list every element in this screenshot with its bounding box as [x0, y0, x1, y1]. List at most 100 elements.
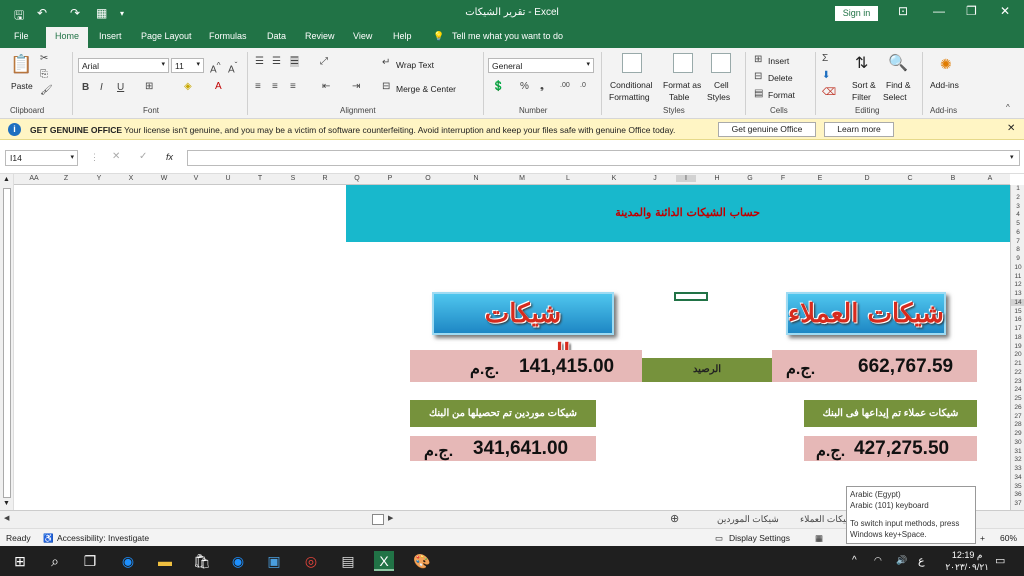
row-header-15[interactable]: 15: [1011, 308, 1024, 315]
minimize-button[interactable]: —: [933, 4, 945, 18]
decrease-decimal-icon[interactable]: .0: [580, 82, 586, 89]
row-header-25[interactable]: 25: [1011, 395, 1024, 402]
row-header-23[interactable]: 23: [1011, 378, 1024, 385]
row-header-2[interactable]: 2: [1011, 194, 1024, 201]
row-header-22[interactable]: 22: [1011, 369, 1024, 376]
cell-styles-label-2[interactable]: Styles: [707, 92, 730, 102]
increase-decimal-icon[interactable]: .00: [560, 82, 570, 89]
clear-icon[interactable]: ⌫: [822, 87, 836, 98]
store-icon[interactable]: 🛍: [192, 551, 212, 571]
sort-filter-icon[interactable]: ⇅: [855, 53, 875, 73]
start-icon[interactable]: ⊞: [10, 551, 30, 571]
notifications-icon[interactable]: ▭: [995, 554, 1005, 567]
format-cells-icon[interactable]: ▤: [754, 88, 763, 99]
paste-icon[interactable]: 📋: [10, 54, 32, 74]
close-button[interactable]: ✕: [1000, 4, 1010, 18]
column-header-x[interactable]: X: [121, 175, 141, 182]
paint-icon[interactable]: 🎨: [412, 551, 432, 571]
new-sheet-icon[interactable]: ⊕: [670, 512, 679, 525]
fill-icon[interactable]: ⬇: [822, 70, 830, 81]
column-header-p[interactable]: P: [380, 175, 400, 182]
italic-icon[interactable]: I: [100, 82, 103, 93]
show-hidden-icons[interactable]: ^: [852, 555, 857, 566]
customers-title[interactable]: شيكات العملاء: [786, 292, 946, 335]
cell-styles-icon[interactable]: [711, 53, 731, 73]
wifi-icon[interactable]: ◠: [874, 555, 882, 566]
collapse-ribbon-icon[interactable]: ^: [1006, 103, 1010, 112]
increase-indent-icon[interactable]: ⇥: [352, 81, 360, 92]
row-header-4[interactable]: 4: [1011, 211, 1024, 218]
column-header-t[interactable]: T: [250, 175, 270, 182]
suppliers-total-cell[interactable]: 141,415.00 ج.م.: [410, 350, 642, 382]
column-header-r[interactable]: R: [315, 175, 335, 182]
column-header-v[interactable]: V: [186, 175, 206, 182]
row-header-18[interactable]: 18: [1011, 334, 1024, 341]
row-header-10[interactable]: 10: [1011, 264, 1024, 271]
grow-font-icon[interactable]: A^: [210, 60, 221, 75]
sort-filter-label-2[interactable]: Filter: [852, 92, 871, 102]
row-header-27[interactable]: 27: [1011, 413, 1024, 420]
delete-cells-icon[interactable]: ⊟: [754, 71, 762, 82]
scroll-left-icon[interactable]: ◀: [4, 514, 9, 522]
format-as-table-label-2[interactable]: Table: [669, 92, 689, 102]
addins-button[interactable]: Add-ins: [930, 80, 959, 90]
maximize-button[interactable]: ❐: [966, 4, 977, 18]
scroll-up-icon[interactable]: ▲: [3, 176, 10, 183]
selected-cell-i14[interactable]: [674, 292, 708, 301]
delete-cells-button[interactable]: Delete: [768, 73, 793, 83]
row-header-13[interactable]: 13: [1011, 290, 1024, 297]
row-header-14[interactable]: 14: [1011, 298, 1024, 306]
row-header-1[interactable]: 1: [1011, 185, 1024, 192]
volume-icon[interactable]: 🔊: [896, 555, 907, 566]
row-header-19[interactable]: 19: [1011, 343, 1024, 350]
tab-help[interactable]: Help: [393, 31, 412, 41]
row-header-37[interactable]: 37: [1011, 500, 1024, 507]
paste-button[interactable]: Paste: [11, 81, 33, 91]
close-message-icon[interactable]: ✕: [1007, 123, 1015, 134]
conditional-formatting-label-1[interactable]: Conditional: [610, 80, 653, 90]
row-header-7[interactable]: 7: [1011, 238, 1024, 245]
font-color-icon[interactable]: A: [215, 81, 222, 92]
column-header-g[interactable]: G: [740, 175, 760, 182]
column-header-h[interactable]: H: [707, 175, 727, 182]
column-header-y[interactable]: Y: [89, 175, 109, 182]
row-header-8[interactable]: 8: [1011, 246, 1024, 253]
expand-formula-icon[interactable]: ▾: [1010, 153, 1014, 161]
column-header-u[interactable]: U: [218, 175, 238, 182]
align-left-icon[interactable]: ≡: [255, 81, 261, 92]
row-header-34[interactable]: 34: [1011, 474, 1024, 481]
get-genuine-office-button[interactable]: Get genuine Office: [718, 122, 816, 137]
orientation-icon[interactable]: ⤢: [320, 56, 328, 67]
tab-file[interactable]: File: [14, 31, 29, 41]
row-header-30[interactable]: 30: [1011, 439, 1024, 446]
balance-label-cell[interactable]: الرصيد: [642, 358, 772, 382]
accounting-format-icon[interactable]: 💲: [492, 81, 504, 92]
column-header-o[interactable]: O: [418, 175, 438, 182]
row-header-20[interactable]: 20: [1011, 351, 1024, 358]
display-settings-button[interactable]: Display Settings: [729, 533, 790, 543]
cancel-icon[interactable]: ✕: [112, 151, 120, 162]
row-header-12[interactable]: 12: [1011, 281, 1024, 288]
row-header-35[interactable]: 35: [1011, 483, 1024, 490]
align-top-icon[interactable]: ☰: [255, 56, 264, 67]
cell-styles-label-1[interactable]: Cell: [714, 80, 729, 90]
file-explorer-icon[interactable]: ▬: [155, 551, 175, 571]
find-select-icon[interactable]: 🔍: [888, 53, 908, 73]
merge-center-button[interactable]: Merge & Center: [396, 84, 456, 94]
find-select-label-1[interactable]: Find &: [886, 80, 911, 90]
column-header-s[interactable]: S: [283, 175, 303, 182]
suppliers-bank-cell[interactable]: 341,641.00 ج.م.: [410, 436, 596, 461]
normal-view-icon[interactable]: ▦: [815, 533, 823, 544]
column-header-a[interactable]: A: [980, 175, 1000, 182]
accessibility-status[interactable]: Accessibility: Investigate: [57, 533, 149, 543]
conditional-formatting-label-2[interactable]: Formatting: [609, 92, 650, 102]
font-size-combo[interactable]: 11 ▾: [171, 58, 204, 73]
wrap-text-icon[interactable]: ↵: [382, 57, 390, 68]
row-header-33[interactable]: 33: [1011, 465, 1024, 472]
formula-input[interactable]: [187, 150, 1020, 166]
row-header-29[interactable]: 29: [1011, 430, 1024, 437]
calculator-icon[interactable]: ▤: [338, 551, 358, 571]
column-header-f[interactable]: F: [773, 175, 793, 182]
photos-icon[interactable]: ▣: [264, 551, 284, 571]
font-name-combo[interactable]: Arial ▾: [78, 58, 169, 73]
